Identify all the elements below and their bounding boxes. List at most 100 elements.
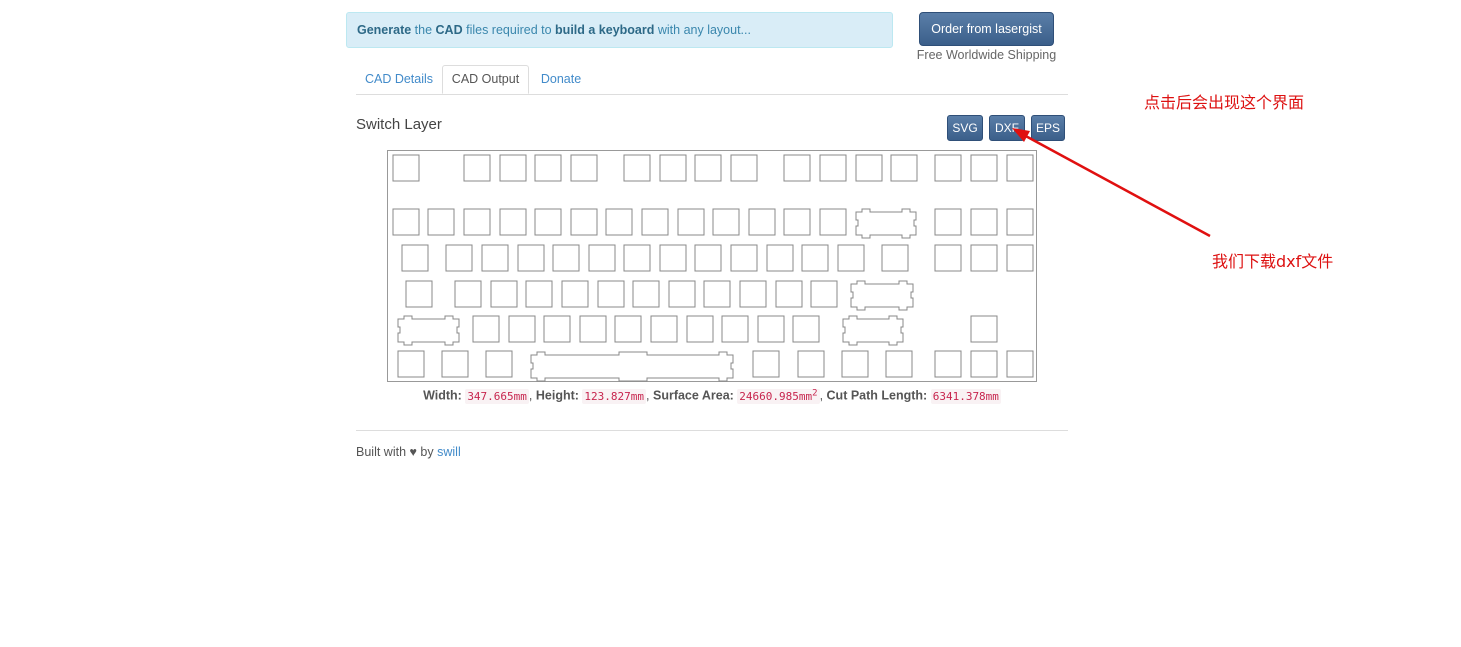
switch-cutout	[570, 154, 598, 182]
eps-download-button[interactable]: EPS	[1031, 115, 1065, 141]
annotation-top: 点击后会出现这个界面	[1144, 93, 1305, 112]
output-tabs: CAD Details CAD Output Donate	[356, 64, 1068, 95]
switch-cutout	[668, 280, 696, 308]
width-label: Width:	[423, 388, 462, 403]
switch-cutout	[797, 350, 825, 378]
switch-plate-drawing	[392, 154, 1034, 382]
switch-cutout	[970, 154, 998, 182]
height-label: Height:	[535, 388, 579, 403]
switch-cutout	[970, 350, 998, 378]
switch-cutout	[703, 280, 731, 308]
switch-cutout	[605, 208, 633, 236]
switch-cutout	[783, 154, 811, 182]
shipping-note: Free Worldwide Shipping	[916, 48, 1057, 62]
switch-cutout	[534, 208, 562, 236]
banner-segment: with any layout...	[654, 23, 751, 37]
switch-cutout	[552, 244, 580, 272]
switch-cutout	[588, 244, 616, 272]
switch-cutout	[534, 154, 562, 182]
switch-cutout	[694, 154, 722, 182]
switch-cutout	[485, 350, 513, 378]
switch-cutout	[481, 244, 509, 272]
switch-cutout	[579, 315, 607, 343]
switch-cutout	[490, 280, 518, 308]
switch-cutout	[934, 350, 962, 378]
width-value: 347.665mm	[465, 388, 529, 404]
switch-cutout	[463, 154, 491, 182]
banner-segment: Generate	[357, 23, 412, 37]
switch-cutout	[454, 280, 482, 308]
cut-path-value: 6341.378mm	[930, 388, 1001, 404]
switch-cutout	[752, 350, 780, 378]
footer: Built with ♥ by swill	[356, 445, 461, 459]
switch-cutout	[730, 154, 758, 182]
stabilizer-cutout	[850, 280, 914, 311]
height-value: 123.827mm	[582, 388, 647, 404]
switch-cutout	[934, 244, 962, 272]
switch-cutout	[570, 208, 598, 236]
switch-cutout	[855, 154, 883, 182]
spacebar-cutout	[530, 351, 734, 382]
tab-donate[interactable]: Donate	[529, 65, 593, 94]
annotation-bottom: 我们下载dxf文件	[1212, 252, 1334, 271]
arrow-line	[1021, 132, 1211, 238]
plate-dimensions: Width: 347.665mm, Height: 123.827mm, Sur…	[423, 388, 1001, 404]
switch-cutout	[970, 315, 998, 343]
switch-cutout	[748, 208, 776, 236]
switch-cutout	[819, 208, 847, 236]
switch-cutout	[427, 208, 455, 236]
switch-cutout	[970, 208, 998, 236]
switch-cutout	[881, 244, 909, 272]
area-label: Surface Area:	[652, 388, 734, 403]
switch-cutout	[739, 280, 767, 308]
switch-cutout	[543, 315, 571, 343]
area-value: 24660.985mm2	[737, 388, 820, 404]
footer-prefix: Built with	[356, 445, 407, 459]
switch-cutout	[766, 244, 794, 272]
switch-cutout	[686, 315, 714, 343]
switch-cutout	[561, 280, 589, 308]
switch-cutout	[934, 154, 962, 182]
banner-segment: the	[411, 23, 436, 37]
banner-segment: build a keyboard	[555, 23, 655, 37]
switch-cutout	[934, 208, 962, 236]
footer-divider	[356, 430, 1068, 431]
layer-title: Switch Layer	[356, 116, 442, 133]
order-from-lasergist-button[interactable]: Order from lasergist	[919, 12, 1054, 46]
switch-cutout	[819, 154, 847, 182]
tab-cad-details[interactable]: CAD Details	[356, 65, 442, 94]
switch-cutout	[677, 208, 705, 236]
switch-cutout	[890, 154, 918, 182]
intro-banner: Generate the CAD files required to build…	[346, 12, 893, 48]
switch-cutout	[841, 350, 869, 378]
switch-cutout	[405, 280, 433, 308]
switch-cutout	[659, 154, 687, 182]
switch-cutout	[508, 315, 536, 343]
dxf-download-button[interactable]: DXF	[989, 115, 1025, 141]
footer-by: by	[420, 445, 434, 459]
switch-cutout	[792, 315, 820, 343]
stabilizer-cutout	[397, 315, 460, 346]
svg-download-button[interactable]: SVG	[947, 115, 983, 141]
switch-cutout	[1006, 350, 1034, 378]
switch-cutout	[757, 315, 785, 343]
switch-cutout	[1006, 244, 1034, 272]
switch-cutout	[694, 244, 722, 272]
switch-cutout	[499, 154, 527, 182]
switch-cutout	[810, 280, 838, 308]
author-link[interactable]: swill	[437, 445, 461, 459]
switch-cutout	[397, 350, 425, 378]
stabilizer-cutout	[842, 315, 904, 346]
switch-cutout	[597, 280, 625, 308]
switch-cutout	[517, 244, 545, 272]
switch-cutout	[837, 244, 865, 272]
switch-cutout	[632, 280, 660, 308]
switch-cutout	[623, 244, 651, 272]
switch-cutout	[1006, 208, 1034, 236]
tab-cad-output[interactable]: CAD Output	[442, 65, 529, 94]
switch-cutout	[623, 154, 651, 182]
switch-cutout	[1006, 154, 1034, 182]
switch-cutout	[401, 244, 429, 272]
switch-cutout	[775, 280, 803, 308]
switch-cutout	[801, 244, 829, 272]
